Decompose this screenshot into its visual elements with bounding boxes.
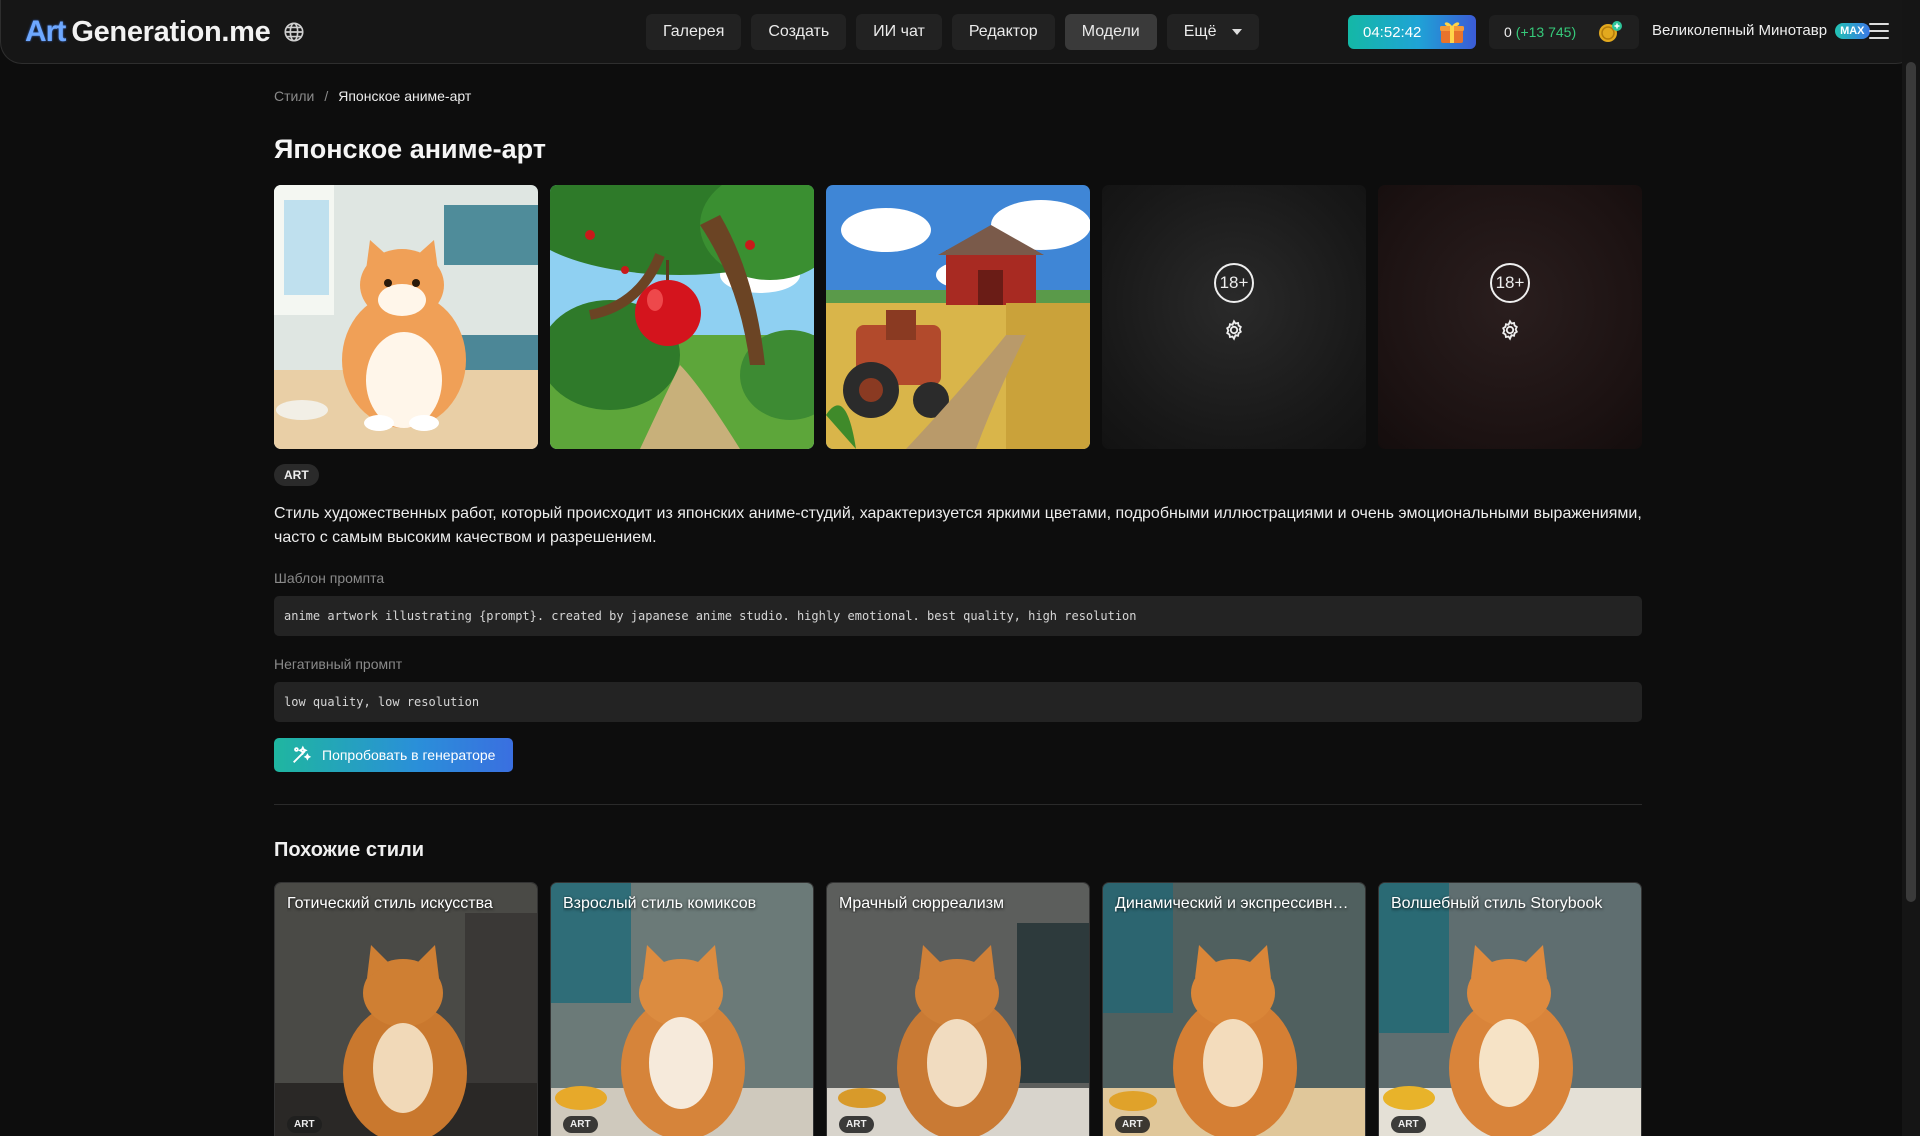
coin-balance[interactable]: 0 (+13 745): [1489, 15, 1639, 49]
gallery-image-nsfw[interactable]: 18+: [1102, 185, 1366, 449]
similar-styles-title: Похожие стили: [274, 839, 425, 861]
main-content: Стили / Японское аниме-арт Японское аним…: [274, 86, 1642, 1136]
coin-icon: [1599, 21, 1622, 42]
promo-timer[interactable]: 04:52:42: [1348, 15, 1476, 49]
try-button-label: Попробовать в генераторе: [322, 747, 496, 763]
page-title: Японское аниме-арт: [274, 134, 546, 164]
card-title: Взрослый стиль комиксов: [563, 895, 757, 912]
nav-create-label: Создать: [768, 23, 830, 40]
age-18-icon: 18+: [1490, 263, 1530, 303]
section-divider: [274, 804, 1642, 805]
chevron-down-icon: [1232, 29, 1243, 35]
balance-value: 0: [1504, 24, 1512, 40]
breadcrumb-separator: /: [324, 88, 329, 104]
nav-ai-chat-label: ИИ чат: [873, 23, 925, 40]
nav-gallery-label: Галерея: [663, 23, 725, 40]
logo-text: Generation.me: [71, 15, 271, 48]
timer-value: 04:52:42: [1363, 23, 1422, 41]
similar-styles-list: Готический стиль искусства ART Взрослый …: [274, 882, 1642, 1136]
card-title: Готический стиль искусства: [287, 895, 493, 912]
card-title: Мрачный сюрреализм: [839, 895, 1005, 912]
card-tag: ART: [563, 1116, 598, 1133]
gallery-image-apple[interactable]: [550, 185, 814, 449]
negative-prompt-field[interactable]: low quality, low resolution: [274, 682, 1642, 722]
nav-create[interactable]: Создать: [751, 14, 847, 50]
try-in-generator-button[interactable]: Попробовать в генераторе: [274, 738, 513, 772]
breadcrumb-root[interactable]: Стили: [274, 88, 314, 104]
gallery-image-cat[interactable]: [274, 185, 538, 449]
gallery-image-barn[interactable]: [826, 185, 1090, 449]
settings-icon[interactable]: [1499, 319, 1521, 341]
user-menu[interactable]: Великолепный Минотавр MAX: [1652, 22, 1870, 39]
magic-wand-icon: [293, 745, 312, 763]
similar-style-card[interactable]: Динамический и экспрессивный стиль ART: [1102, 882, 1366, 1136]
prompt-label: Шаблон промпта: [274, 570, 385, 586]
breadcrumb: Стили / Японское аниме-арт: [274, 88, 1642, 104]
card-tag: ART: [839, 1116, 874, 1133]
style-description: Стиль художественных работ, который прои…: [274, 505, 1642, 546]
gift-icon: [1440, 22, 1464, 43]
card-tag: ART: [287, 1116, 322, 1133]
nav-more-dropdown[interactable]: Ещё: [1166, 14, 1260, 50]
style-tag: ART: [274, 464, 319, 486]
card-tag: ART: [1115, 1116, 1150, 1133]
nav-gallery[interactable]: Галерея: [646, 14, 742, 50]
nav-editor-label: Редактор: [968, 23, 1038, 40]
card-title: Динамический и экспрессивный стиль: [1115, 895, 1353, 912]
prompt-template-field[interactable]: anime artwork illustrating {prompt}. cre…: [274, 596, 1642, 636]
negative-prompt-label: Негативный промпт: [274, 656, 403, 672]
gallery-image-nsfw[interactable]: 18+: [1378, 185, 1642, 449]
page-scrollbar[interactable]: [1902, 0, 1920, 1136]
nav-ai-chat[interactable]: ИИ чат: [856, 14, 942, 50]
balance-bonus: (+13 745): [1515, 24, 1577, 40]
similar-style-card[interactable]: Волшебный стиль Storybook ART: [1378, 882, 1642, 1136]
logo[interactable]: Art Generation.me: [25, 15, 305, 49]
breadcrumb-current: Японское аниме-арт: [338, 88, 472, 104]
nav-editor[interactable]: Редактор: [951, 14, 1055, 50]
age-18-icon: 18+: [1214, 263, 1254, 303]
hamburger-menu-icon[interactable]: [1869, 23, 1889, 39]
settings-icon[interactable]: [1223, 319, 1245, 341]
plan-badge: MAX: [1835, 22, 1870, 39]
similar-style-card[interactable]: Мрачный сюрреализм ART: [826, 882, 1090, 1136]
similar-style-card[interactable]: Взрослый стиль комиксов ART: [550, 882, 814, 1136]
globe-icon[interactable]: [283, 21, 305, 43]
username: Великолепный Минотавр: [1652, 22, 1828, 39]
scrollbar-thumb[interactable]: [1906, 62, 1916, 902]
logo-mark: Art: [25, 15, 66, 48]
main-nav: Галерея Создать ИИ чат Редактор Модели Е…: [646, 14, 1260, 50]
nav-models-label: Модели: [1081, 23, 1140, 40]
card-tag: ART: [1391, 1116, 1426, 1133]
nav-models[interactable]: Модели: [1064, 14, 1157, 50]
similar-style-card[interactable]: Готический стиль искусства ART: [274, 882, 538, 1136]
nav-more-label: Ещё: [1183, 23, 1217, 40]
style-gallery: 18+ 18+: [274, 185, 1642, 449]
card-title: Волшебный стиль Storybook: [1391, 895, 1603, 912]
top-header: Art Generation.me Галерея Создать ИИ чат…: [0, 0, 1918, 64]
